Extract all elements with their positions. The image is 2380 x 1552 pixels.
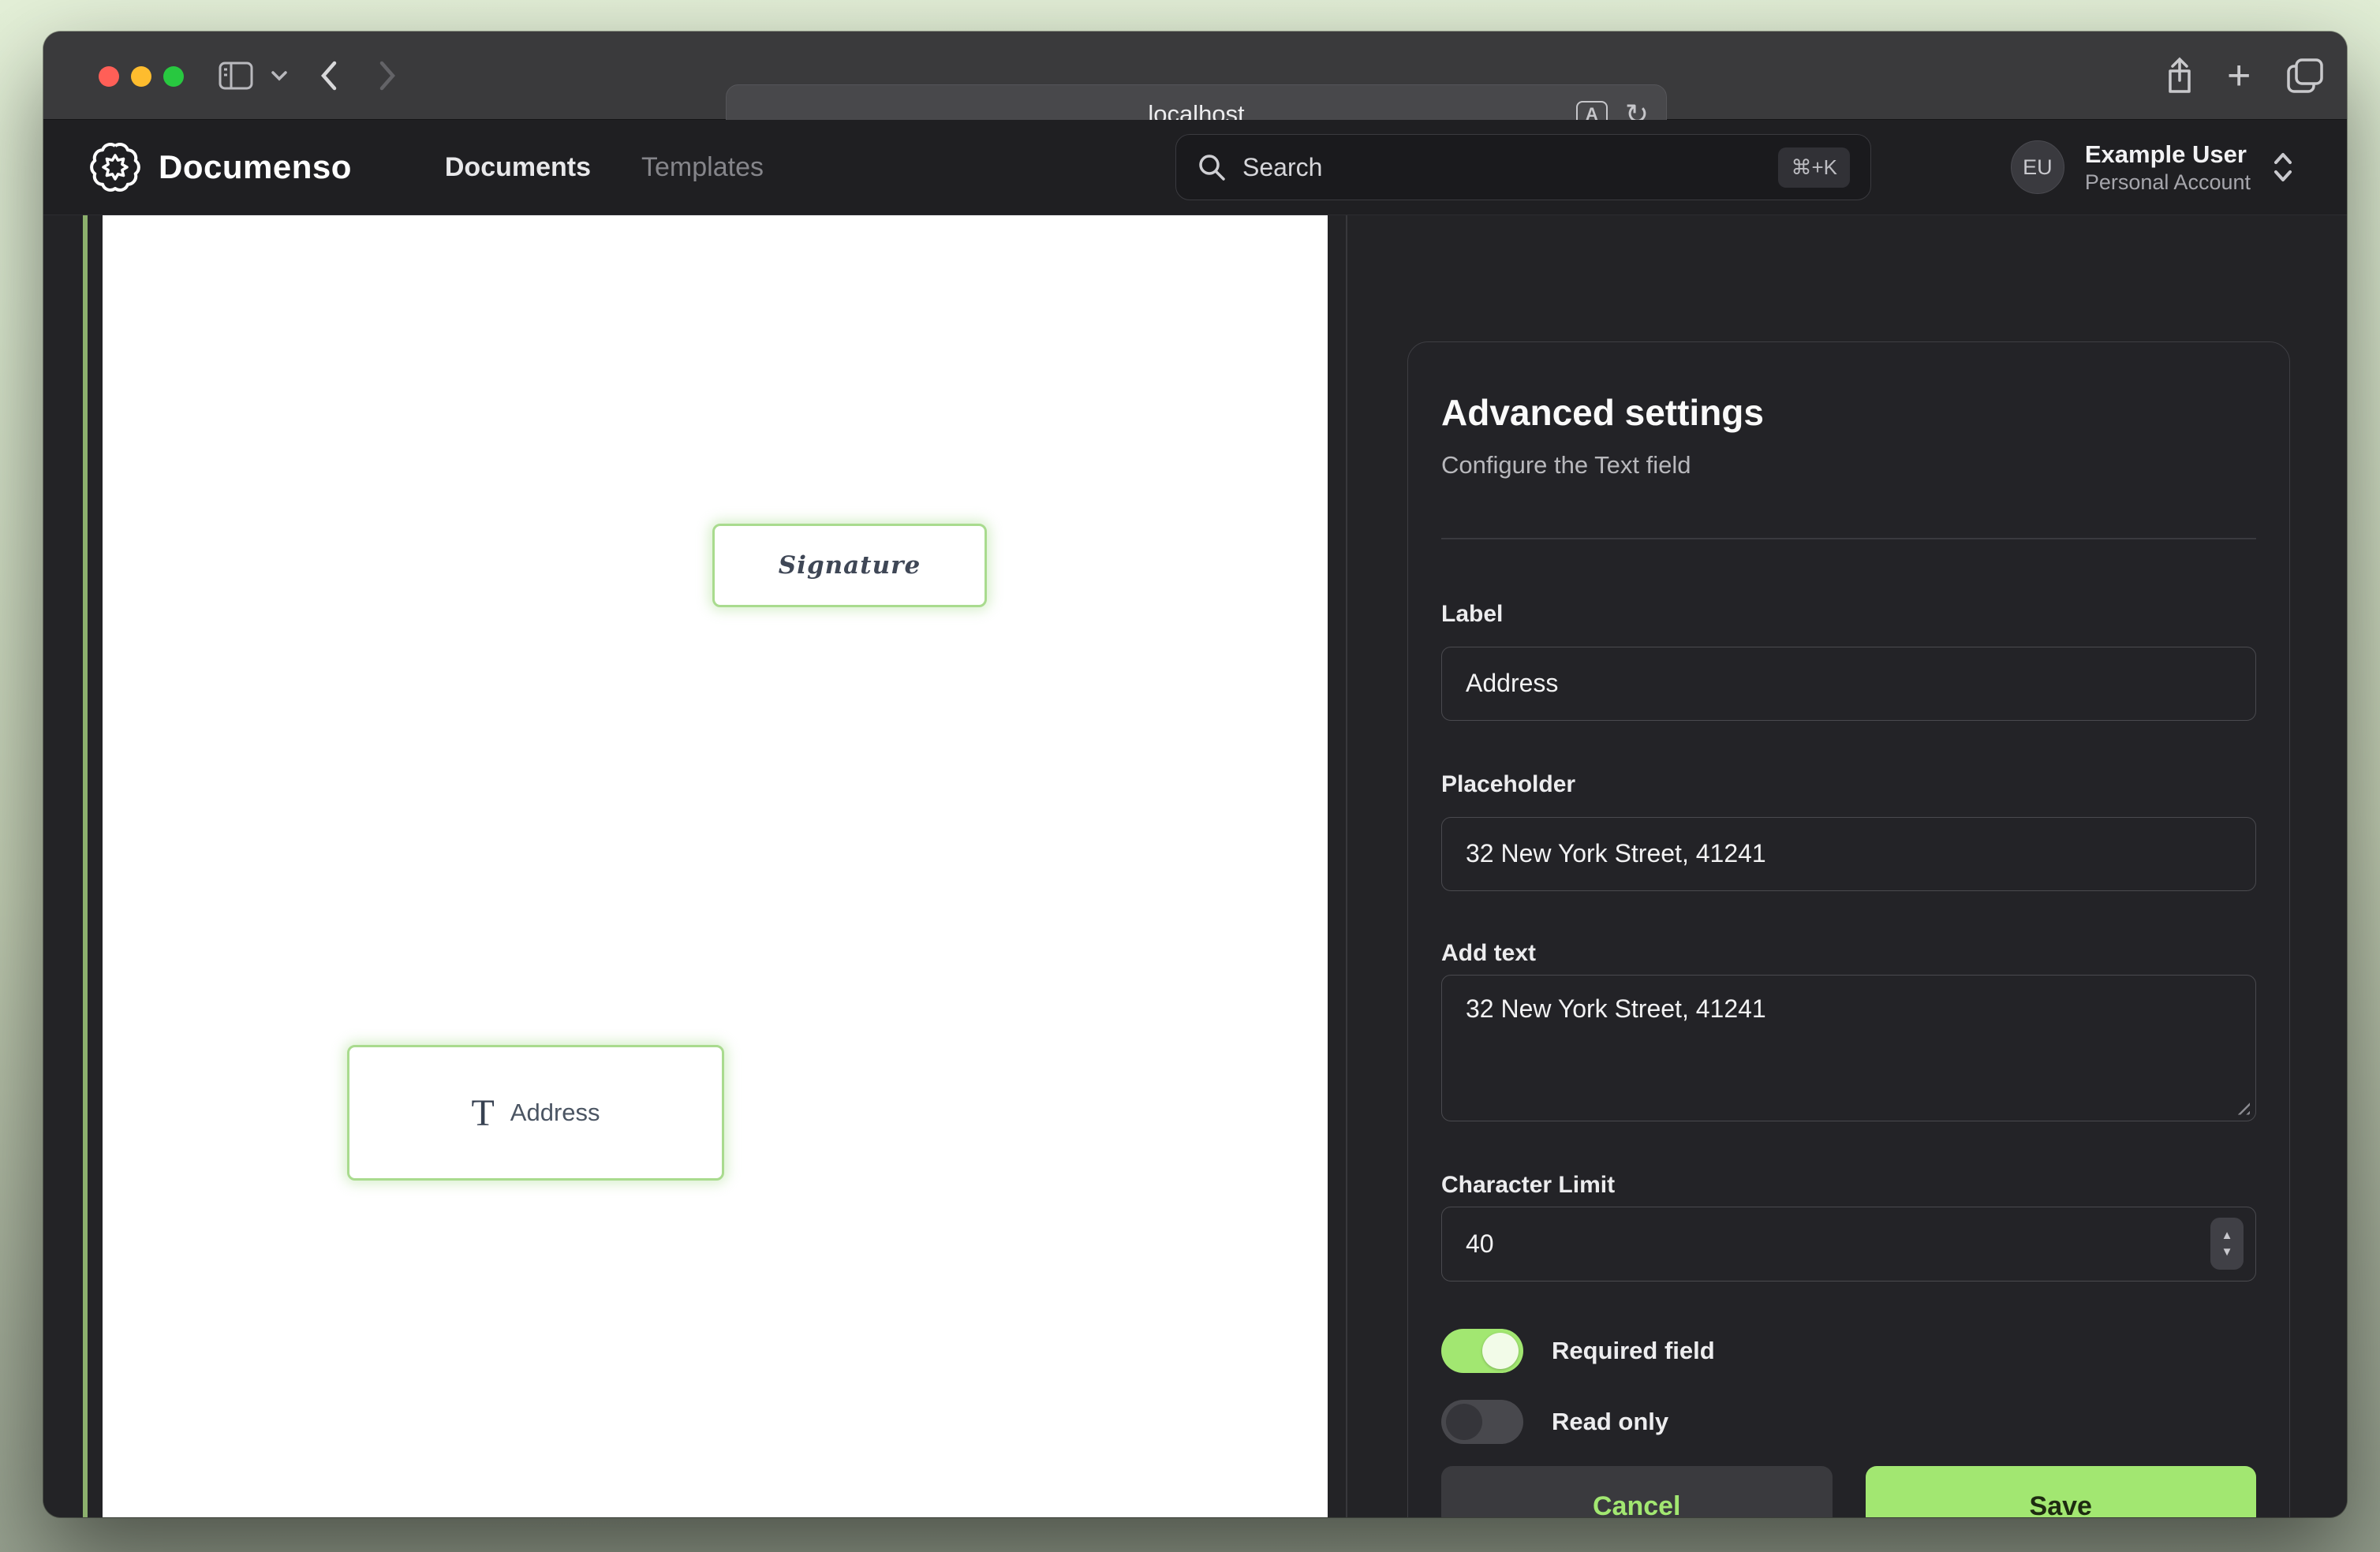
nav-item-templates[interactable]: Templates: [641, 152, 764, 183]
tab-overview-button[interactable]: [2287, 55, 2323, 96]
sidebar-icon: [219, 62, 253, 90]
stepper-down-icon[interactable]: ▼: [2221, 1245, 2233, 1259]
add-text-textarea[interactable]: 32 New York Street, 41241: [1441, 975, 2256, 1121]
save-button[interactable]: Save: [1866, 1466, 2257, 1518]
chevrons-updown-icon: [2271, 150, 2295, 185]
user-name: Example User: [2085, 140, 2251, 170]
panel-title: Advanced settings: [1441, 391, 2256, 434]
back-button[interactable]: [319, 55, 338, 96]
forward-button[interactable]: [378, 55, 397, 96]
new-tab-button[interactable]: +: [2227, 55, 2251, 96]
label-field-label: Label: [1441, 601, 2256, 628]
placeholder-field-input[interactable]: [1441, 817, 2256, 891]
sidebar-toggle-button[interactable]: [219, 55, 253, 96]
required-field-toggle[interactable]: [1441, 1329, 1523, 1373]
brand-name: Documenso: [159, 148, 352, 186]
nav-item-documents[interactable]: Documents: [445, 152, 591, 183]
minimize-window-button[interactable]: [131, 66, 151, 87]
share-button[interactable]: [2164, 55, 2195, 96]
zoom-window-button[interactable]: [163, 66, 184, 87]
toggle-knob: [1446, 1404, 1482, 1440]
browser-toolbar: localhost A ↻ +: [43, 32, 2347, 120]
text-field-icon: T: [471, 1091, 494, 1135]
app-header: Documenso Documents Templates Search ⌘+K…: [43, 120, 2347, 215]
user-account-type: Personal Account: [2085, 170, 2251, 195]
sidebar-menu-button[interactable]: [271, 55, 288, 96]
plus-icon: +: [2227, 52, 2251, 99]
back-icon: [319, 60, 338, 91]
search-shortcut-badge: ⌘+K: [1778, 147, 1850, 188]
browser-window: localhost A ↻ +: [43, 32, 2347, 1517]
character-limit-input[interactable]: [1441, 1207, 2256, 1282]
search-placeholder: Search: [1242, 153, 1762, 182]
text-field-box[interactable]: T Address: [347, 1045, 724, 1181]
add-text-field-label: Add text: [1441, 940, 2256, 967]
document-accent-line: [83, 215, 88, 1517]
stepper-up-icon[interactable]: ▲: [2221, 1229, 2233, 1242]
brand[interactable]: Documenso: [89, 141, 352, 193]
advanced-settings-panel: Advanced settings Configure the Text fie…: [1407, 341, 2290, 1517]
number-stepper[interactable]: ▲ ▼: [2210, 1218, 2244, 1270]
avatar: EU: [2011, 140, 2064, 194]
user-menu[interactable]: EU Example User Personal Account: [2011, 131, 2295, 203]
search-icon: [1197, 152, 1227, 182]
window-controls: [99, 66, 184, 87]
panel-rule: [1441, 538, 2256, 539]
signature-field-label: Signature: [779, 551, 921, 580]
share-icon: [2164, 57, 2195, 95]
forward-icon: [378, 60, 397, 91]
placeholder-field-label: Placeholder: [1441, 771, 2256, 798]
text-field-label: Address: [510, 1099, 600, 1127]
search-input[interactable]: Search ⌘+K: [1175, 134, 1871, 200]
app-main: Signature T Address Advanced settings Co…: [43, 215, 2347, 1517]
label-field-input[interactable]: [1441, 647, 2256, 721]
cancel-button[interactable]: Cancel: [1441, 1466, 1833, 1518]
toggle-knob: [1482, 1333, 1519, 1369]
character-limit-label: Character Limit: [1441, 1172, 2256, 1199]
tabs-icon: [2287, 58, 2323, 93]
document-page: Signature T Address: [103, 215, 1328, 1517]
read-only-toggle-label: Read only: [1552, 1408, 1668, 1436]
signature-field-box[interactable]: Signature: [712, 524, 987, 607]
main-nav: Documents Templates: [445, 152, 764, 183]
documenso-logo-icon: [89, 141, 141, 193]
panel-divider: [1346, 215, 1347, 1517]
close-window-button[interactable]: [99, 66, 119, 87]
read-only-toggle[interactable]: [1441, 1400, 1523, 1444]
chevron-down-icon: [271, 70, 288, 81]
required-field-toggle-label: Required field: [1552, 1337, 1715, 1365]
panel-subtitle: Configure the Text field: [1441, 451, 2256, 479]
